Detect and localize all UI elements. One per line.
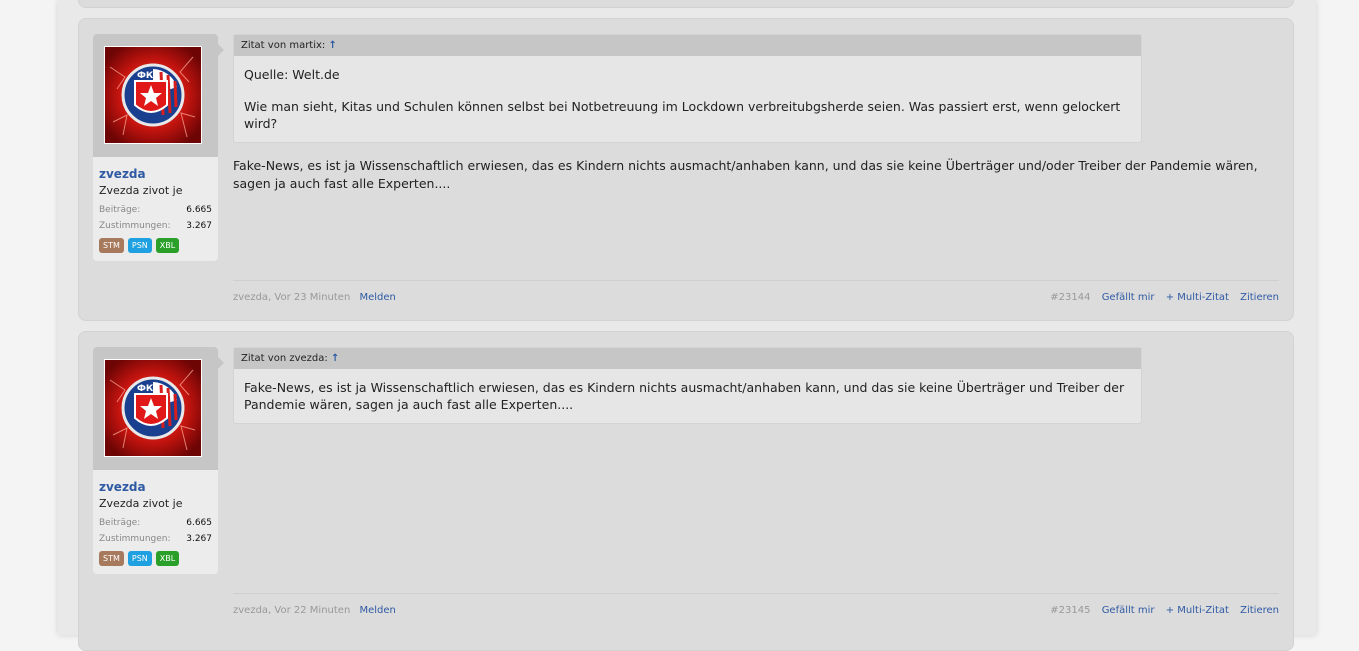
- stat-likes: Zustimmungen: 3.267: [99, 534, 212, 544]
- post-author-link[interactable]: zvezda: [233, 292, 268, 303]
- user-card: ФК zvezda Zvezda zivot je Beiträge: 6.66…: [93, 347, 224, 574]
- jump-to-quote-icon[interactable]: ↑: [328, 40, 336, 51]
- post-message: Fake-News, es ist ja Wissenschaftlich er…: [233, 158, 1258, 191]
- steam-badge[interactable]: STM: [99, 551, 124, 566]
- stat-label: Zustimmungen:: [99, 221, 171, 231]
- avatar-container: ФК: [93, 347, 224, 470]
- post-time[interactable]: Vor 23 Minuten: [274, 292, 350, 303]
- post-content: Zitat von martix: ↑ Quelle: Welt.de Wie …: [233, 34, 1279, 193]
- post-author-link[interactable]: zvezda: [233, 605, 268, 616]
- forum-page: ФК zvezda Zvezda zivot je Beiträge: 6.66…: [58, 0, 1316, 651]
- post: ФК zvezda Zvezda zivot je Beiträge: 6.66…: [78, 18, 1294, 321]
- post-time[interactable]: Vor 22 Minuten: [274, 605, 350, 616]
- jump-to-quote-icon[interactable]: ↑: [331, 353, 339, 364]
- like-link[interactable]: Gefällt mir: [1102, 292, 1155, 303]
- psn-badge[interactable]: PSN: [127, 551, 152, 566]
- quote-paragraph: Wie man sieht, Kitas und Schulen können …: [244, 99, 1121, 131]
- quote-paragraph: Quelle: Welt.de: [244, 67, 340, 82]
- multiquote-link[interactable]: + Multi-Zitat: [1166, 292, 1229, 303]
- avatar[interactable]: ФК: [104, 359, 202, 457]
- like-link[interactable]: Gefällt mir: [1102, 605, 1155, 616]
- quote-body: Quelle: Welt.de Wie man sieht, Kitas und…: [234, 56, 1141, 142]
- stat-likes: Zustimmungen: 3.267: [99, 221, 212, 231]
- steam-badge[interactable]: STM: [99, 238, 124, 253]
- report-link[interactable]: Melden: [359, 292, 395, 303]
- quote-author: Zitat von zvezda:: [241, 353, 328, 364]
- reply-quote-link[interactable]: Zitieren: [1240, 605, 1279, 616]
- xbl-badge[interactable]: XBL: [155, 238, 180, 253]
- svg-text:ФК: ФК: [137, 71, 154, 81]
- multiquote-link[interactable]: + Multi-Zitat: [1166, 605, 1229, 616]
- report-link[interactable]: Melden: [359, 605, 395, 616]
- xbl-badge[interactable]: XBL: [155, 551, 180, 566]
- gamer-badges: STM PSN XBL: [99, 238, 212, 253]
- post-content: Zitat von zvezda: ↑ Fake-News, es ist ja…: [233, 347, 1279, 424]
- quote-block: Zitat von zvezda: ↑ Fake-News, es ist ja…: [233, 347, 1142, 424]
- stat-value: 3.267: [186, 534, 212, 544]
- avatar-container: ФК: [93, 34, 224, 157]
- user-card: ФК zvezda Zvezda zivot je Beiträge: 6.66…: [93, 34, 224, 261]
- quote-paragraph: Fake-News, es ist ja Wissenschaftlich er…: [244, 380, 1125, 412]
- psn-badge[interactable]: PSN: [127, 238, 152, 253]
- stat-label: Beiträge:: [99, 518, 141, 528]
- previous-post: [78, 0, 1294, 8]
- avatar[interactable]: ФК: [104, 46, 202, 144]
- username-link[interactable]: zvezda: [99, 167, 212, 181]
- quote-author: Zitat von martix:: [241, 40, 326, 51]
- stat-label: Beiträge:: [99, 205, 141, 215]
- quote-header: Zitat von zvezda: ↑: [234, 348, 1141, 369]
- quote-block: Zitat von martix: ↑ Quelle: Welt.de Wie …: [233, 34, 1142, 143]
- post-footer: zvezda, Vor 22 Minuten Melden #23145 Gef…: [233, 593, 1279, 616]
- gamer-badges: STM PSN XBL: [99, 551, 212, 566]
- stat-value: 3.267: [186, 221, 212, 231]
- user-title: Zvezda zivot je: [99, 497, 183, 510]
- post: ФК zvezda Zvezda zivot je Beiträge: 6.66…: [78, 331, 1294, 651]
- svg-text:ФК: ФК: [137, 384, 154, 394]
- stat-value: 6.665: [186, 518, 212, 528]
- stat-label: Zustimmungen:: [99, 534, 171, 544]
- username-link[interactable]: zvezda: [99, 480, 212, 494]
- stat-posts: Beiträge: 6.665: [99, 518, 212, 528]
- stat-posts: Beiträge: 6.665: [99, 205, 212, 215]
- quote-header: Zitat von martix: ↑: [234, 35, 1141, 56]
- post-number-link[interactable]: #23144: [1050, 292, 1090, 303]
- post-footer: zvezda, Vor 23 Minuten Melden #23144 Gef…: [233, 280, 1279, 303]
- reply-quote-link[interactable]: Zitieren: [1240, 292, 1279, 303]
- post-number-link[interactable]: #23145: [1050, 605, 1090, 616]
- quote-body: Fake-News, es ist ja Wissenschaftlich er…: [234, 369, 1141, 423]
- user-title: Zvezda zivot je: [99, 184, 183, 197]
- stat-value: 6.665: [186, 205, 212, 215]
